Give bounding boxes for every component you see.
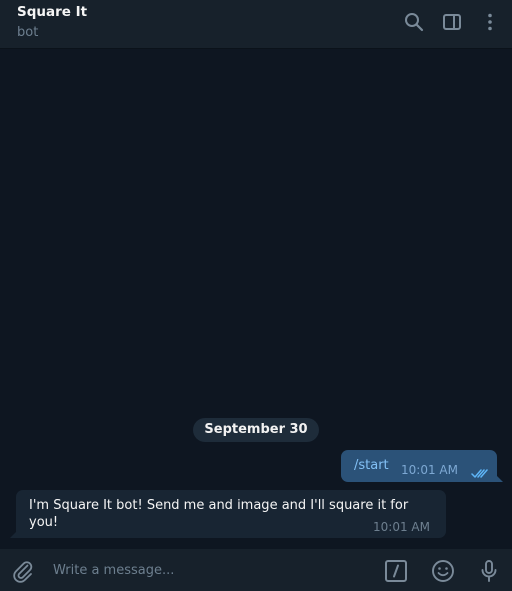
bubble-tail <box>10 530 18 538</box>
message-text[interactable]: /start <box>354 458 389 473</box>
search-icon[interactable] <box>403 11 425 33</box>
incoming-message[interactable]: I'm Square It bot! Send me and image and… <box>10 490 446 538</box>
chat-title[interactable]: Square It <box>17 4 87 20</box>
attach-icon[interactable] <box>11 559 35 583</box>
date-separator: September 30 <box>193 418 319 442</box>
outgoing-message[interactable]: /start 10:01 AM <box>341 450 503 483</box>
microphone-icon[interactable] <box>477 559 501 583</box>
message-composer <box>0 549 512 591</box>
sidebar-toggle-icon[interactable] <box>441 11 463 33</box>
message-input[interactable] <box>45 557 381 583</box>
more-vertical-icon[interactable] <box>479 11 501 33</box>
emoji-icon[interactable] <box>431 559 455 583</box>
bot-commands-icon[interactable] <box>384 559 408 583</box>
read-checkmarks-icon <box>471 464 489 483</box>
telegram-chat-window: Square It bot September 30 /start 10:01 … <box>0 0 512 591</box>
message-time: 10:01 AM <box>401 463 458 477</box>
message-text[interactable]: I'm Square It bot! Send me and image and… <box>29 497 424 531</box>
chat-header[interactable]: Square It bot <box>0 0 512 49</box>
message-list[interactable]: September 30 /start 10:01 AM I'm Square … <box>0 49 512 549</box>
message-time: 10:01 AM <box>373 520 430 534</box>
chat-subtitle: bot <box>17 25 39 40</box>
bubble-tail <box>495 474 503 482</box>
